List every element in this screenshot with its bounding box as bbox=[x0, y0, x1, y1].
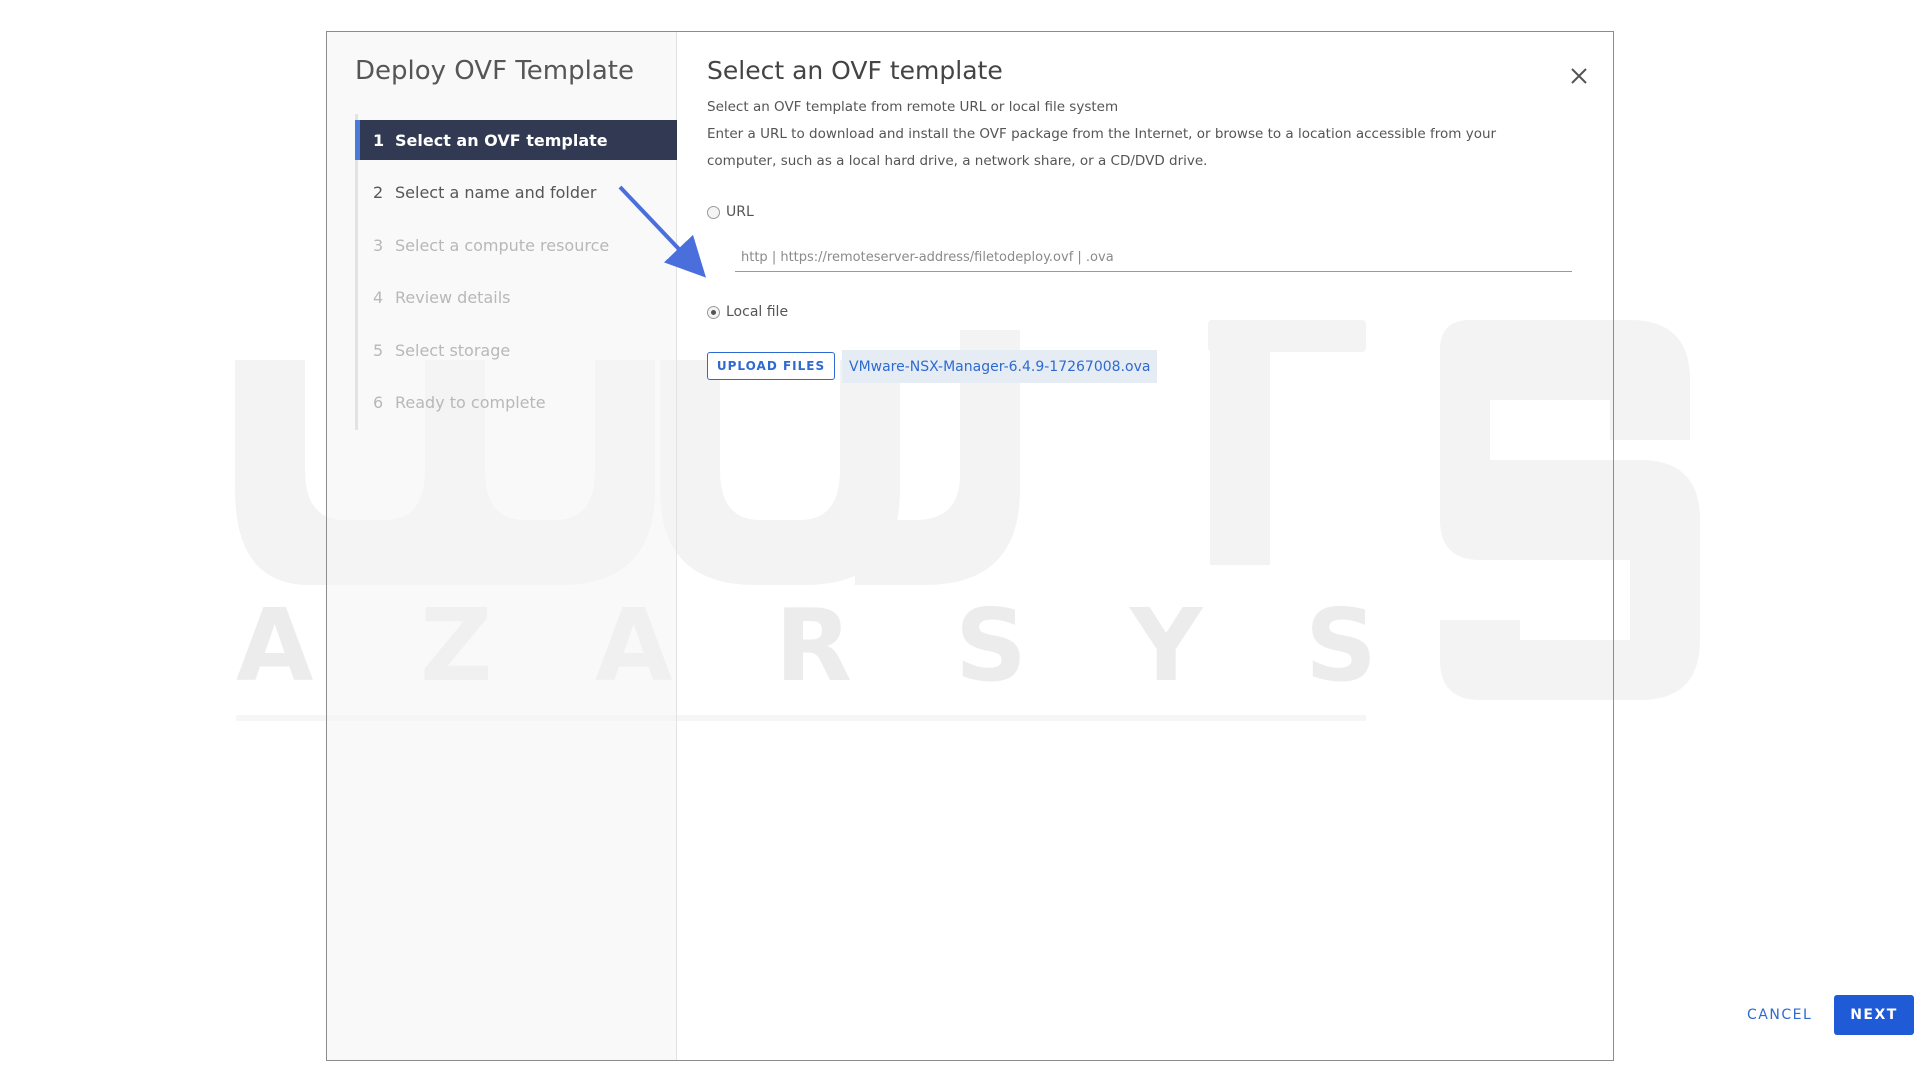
step-label: Select a compute resource bbox=[395, 235, 610, 255]
description-detail-text: Enter a URL to download and install the … bbox=[707, 126, 1497, 169]
url-option[interactable]: URL bbox=[707, 204, 754, 220]
page-title: Select an OVF template bbox=[707, 56, 1003, 85]
step-label: Review details bbox=[395, 288, 511, 307]
local-file-radio[interactable] bbox=[707, 305, 720, 319]
next-button[interactable]: NEXT bbox=[1834, 995, 1914, 1035]
url-input[interactable] bbox=[735, 244, 1572, 272]
url-radio[interactable] bbox=[707, 205, 720, 219]
step-number: 2 bbox=[373, 183, 384, 202]
local-file-option[interactable]: Local file bbox=[707, 304, 788, 320]
step-number: 4 bbox=[373, 288, 384, 307]
step-label: Select an OVF template bbox=[395, 130, 608, 150]
step-review-details: 4 Review details bbox=[355, 278, 677, 318]
deploy-ovf-dialog: Deploy OVF Template 1 Select an OVF temp… bbox=[326, 31, 1914, 1061]
step-label: Select storage bbox=[395, 340, 511, 360]
close-button[interactable] bbox=[1565, 62, 1593, 90]
description-text: Select an OVF template from remote URL o… bbox=[707, 99, 1119, 115]
upload-files-button[interactable]: UPLOAD FILES bbox=[707, 352, 835, 380]
step-number: 5 bbox=[373, 340, 384, 360]
step-label: Select a name and folder bbox=[395, 183, 597, 202]
selected-file-name: VMware-NSX-Manager-6.4.9-17267008.ova bbox=[842, 350, 1158, 383]
step-number: 3 bbox=[373, 235, 384, 255]
step-number: 1 bbox=[373, 130, 385, 150]
wizard-title: Deploy OVF Template bbox=[355, 56, 634, 86]
step-select-ovf-template[interactable]: 1 Select an OVF template bbox=[355, 120, 677, 160]
step-select-storage: 5 Select storage bbox=[355, 330, 677, 370]
cancel-button[interactable]: CANCEL bbox=[1747, 995, 1812, 1035]
svg-text:A: A bbox=[236, 587, 313, 704]
local-file-label: Local file bbox=[726, 304, 789, 320]
wizard-content: Select an OVF template Select an OVF tem… bbox=[677, 32, 1914, 1060]
url-option-label: URL bbox=[726, 204, 754, 220]
step-ready-to-complete: 6 Ready to complete bbox=[355, 383, 677, 423]
step-select-compute-resource: 3 Select a compute resource bbox=[355, 225, 677, 265]
close-icon bbox=[1571, 68, 1587, 84]
step-select-name-folder[interactable]: 2 Select a name and folder bbox=[355, 173, 677, 213]
step-label: Ready to complete bbox=[395, 393, 546, 412]
wizard-sidebar: Deploy OVF Template 1 Select an OVF temp… bbox=[327, 32, 677, 1060]
step-number: 6 bbox=[373, 393, 384, 412]
wizard-steps: 1 Select an OVF template 2 Select a name… bbox=[355, 120, 677, 435]
